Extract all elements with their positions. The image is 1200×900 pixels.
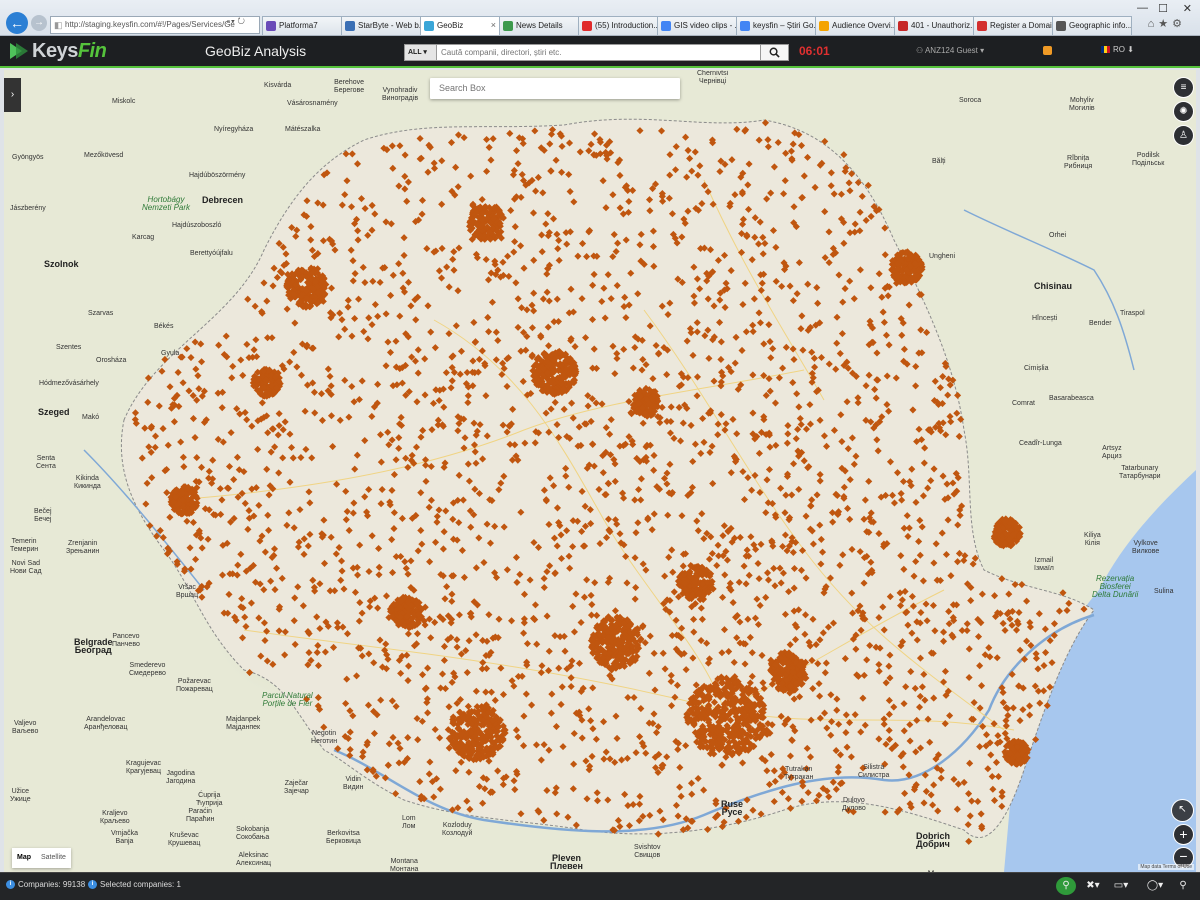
tab-label: GeoBiz <box>437 21 464 30</box>
address-actions[interactable]: ⌕▾ ↻ <box>226 16 245 27</box>
logo-fin: Fin <box>77 39 107 62</box>
keysfin-logo[interactable]: KeysFin <box>10 39 107 63</box>
forward-button[interactable]: → <box>31 15 47 31</box>
tab-label: Register a Domain <box>990 21 1053 30</box>
tab-favicon-icon <box>977 21 987 31</box>
rss-icon[interactable] <box>1043 46 1052 55</box>
global-search: ALL ▾ <box>404 44 789 61</box>
page-icon: ◧ <box>54 20 63 30</box>
language-selector[interactable]: RO ⬇ <box>1101 45 1134 54</box>
language-code: RO <box>1113 45 1125 54</box>
tab-strip: Platforma7 StarByte - Web b... GeoBiz × News… <box>262 16 1132 36</box>
close-window-button[interactable]: ✕ <box>1183 2 1192 15</box>
tab-label: Audience Overvi... <box>832 21 895 30</box>
tab-favicon-icon <box>740 21 750 31</box>
minimize-button[interactable]: — <box>1137 2 1148 14</box>
tab-favicon-icon <box>819 21 829 31</box>
tab-favicon-icon <box>503 21 513 31</box>
browser-chrome: — ☐ ✕ ← → ◧ http://staging.keysfin.com/#… <box>0 0 1200 36</box>
browser-tab[interactable]: GeoBiz × <box>420 16 500 35</box>
logo-mark-icon <box>10 41 28 61</box>
browser-tab[interactable]: Platforma7 <box>262 16 342 35</box>
maximize-button[interactable]: ☐ <box>1158 2 1168 15</box>
search-button[interactable] <box>761 44 789 61</box>
tab-favicon-icon <box>898 21 908 31</box>
tab-favicon-icon <box>424 21 434 31</box>
tab-favicon-icon <box>661 21 671 31</box>
browser-toolbar-icons[interactable]: ⌂★⚙ <box>1148 17 1186 30</box>
map-view[interactable]: Kisvárda Berehove Берегове Vynohradiv Вино… <box>4 70 1196 872</box>
user-name: ANZ124 Guest <box>924 46 978 55</box>
browser-tab[interactable]: keysfin – Știri Go... <box>736 16 816 35</box>
global-search-input[interactable] <box>437 44 761 61</box>
browser-tab[interactable]: GIS video clips - ... <box>657 16 737 35</box>
map-base <box>4 70 1196 872</box>
tab-favicon-icon <box>582 21 592 31</box>
address-text: http://staging.keysfin.com/#!/Pages/Serv… <box>65 20 235 29</box>
browser-tab[interactable]: 401 - Unauthoriz... <box>894 16 974 35</box>
tab-label: StarByte - Web b... <box>358 21 421 30</box>
browser-tab[interactable]: (55) Introduction... <box>578 16 658 35</box>
close-tab-icon[interactable]: × <box>491 17 496 34</box>
page-title: GeoBiz Analysis <box>205 43 307 59</box>
tab-label: Platforma7 <box>279 21 318 30</box>
tab-label: keysfin – Știri Go... <box>753 21 816 30</box>
session-timer: 06:01 <box>799 44 830 58</box>
browser-tab[interactable]: Audience Overvi... <box>815 16 895 35</box>
tab-favicon-icon <box>266 21 276 31</box>
tab-favicon-icon <box>1056 21 1066 31</box>
search-icon <box>769 47 780 58</box>
back-button[interactable]: ← <box>6 12 28 34</box>
tab-label: 401 - Unauthoriz... <box>911 21 974 30</box>
tab-label: Geographic info... <box>1069 21 1132 30</box>
search-scope-value: ALL <box>408 49 422 56</box>
tab-label: News Details <box>516 21 563 30</box>
browser-tab[interactable]: Geographic info... <box>1052 16 1132 35</box>
logo-text: KeysFin <box>32 39 107 63</box>
browser-tab[interactable]: News Details <box>499 16 579 35</box>
logo-keys: Keys <box>32 39 78 62</box>
romania-flag-icon <box>1101 46 1110 53</box>
tab-label: GIS video clips - ... <box>674 21 737 30</box>
tab-label: (55) Introduction... <box>595 21 658 30</box>
app-header: KeysFin GeoBiz Analysis ALL ▾ 06:01 ⚇ AN… <box>0 36 1200 68</box>
user-icon: ⚇ <box>916 46 925 55</box>
browser-tab[interactable]: Register a Domain <box>973 16 1053 35</box>
user-menu[interactable]: ⚇ ANZ124 Guest ▾ <box>916 46 984 55</box>
browser-tab[interactable]: StarByte - Web b... <box>341 16 421 35</box>
tab-favicon-icon <box>345 21 355 31</box>
search-scope-select[interactable]: ALL ▾ <box>404 44 437 61</box>
